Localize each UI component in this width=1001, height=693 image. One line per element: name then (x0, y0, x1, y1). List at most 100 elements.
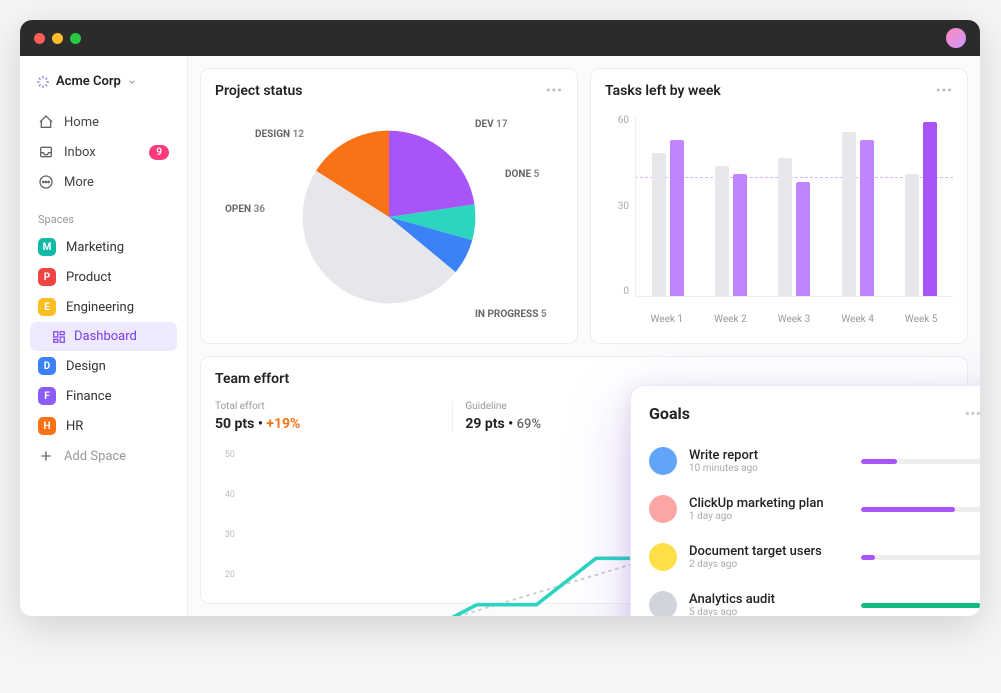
sidebar: Acme Corp Home Inbox 9 More Spaces (20, 56, 188, 616)
card-menu-icon[interactable]: ••• (546, 83, 563, 99)
card-menu-icon[interactable]: ••• (936, 83, 953, 99)
avatar (649, 447, 677, 475)
org-logo-icon (36, 75, 50, 89)
bar-group (778, 158, 810, 296)
goals-title: Goals (649, 404, 980, 423)
space-item-finance[interactable]: FFinance (30, 381, 177, 411)
bar-group (652, 140, 684, 296)
space-item-product[interactable]: P Product (30, 262, 177, 292)
dashboard-icon (52, 330, 66, 344)
goal-name: Analytics audit (689, 592, 849, 607)
space-badge-icon: E (38, 298, 56, 316)
goal-name: Document target users (689, 544, 849, 559)
space-label: Finance (66, 389, 111, 404)
bar-total (715, 166, 729, 296)
org-switcher[interactable]: Acme Corp (30, 70, 177, 93)
goal-info: Write report 10 minutes ago (689, 448, 849, 474)
nav-label: More (64, 175, 94, 190)
bar-chart: 60300 Week 1Week 2Week 3Week 4Week 5 (605, 115, 953, 325)
bar-total (905, 174, 919, 296)
home-icon (38, 114, 54, 130)
project-status-card: Project status ••• DEV 17DONE 5IN PROGRE… (200, 68, 578, 344)
space-label: Design (66, 359, 106, 374)
more-icon (38, 174, 54, 190)
space-item-hr[interactable]: H HR (30, 411, 177, 441)
avatar (649, 543, 677, 571)
pie-label: OPEN 36 (225, 204, 265, 215)
maximize-icon[interactable] (70, 33, 81, 44)
bar-remaining (860, 140, 874, 296)
space-label: Engineering (66, 300, 134, 315)
x-label: Week 3 (778, 314, 811, 325)
goal-info: ClickUp marketing plan 1 day ago (689, 496, 849, 522)
nav-label: Inbox (64, 145, 96, 160)
sidebar-dashboard[interactable]: Dashboard (30, 322, 177, 351)
goal-name: Write report (689, 448, 849, 463)
nav-home[interactable]: Home (30, 107, 177, 137)
x-axis: Week 1Week 2Week 3Week 4Week 5 (635, 314, 953, 325)
goal-time: 2 days ago (689, 559, 849, 570)
bar-total (778, 158, 792, 296)
goal-item[interactable]: Analytics audit 5 days ago (649, 581, 980, 616)
user-avatar[interactable] (946, 28, 966, 48)
goals-panel: Goals ••• Write report 10 minutes ago Cl… (630, 385, 980, 616)
goal-item[interactable]: Write report 10 minutes ago (649, 437, 980, 485)
goal-progress (861, 507, 980, 512)
goal-time: 10 minutes ago (689, 463, 849, 474)
goal-item[interactable]: ClickUp marketing plan 1 day ago (649, 485, 980, 533)
y-axis: 50403020 (215, 450, 235, 580)
space-badge-icon: M (38, 238, 56, 256)
chevron-down-icon (127, 77, 137, 87)
goal-item[interactable]: Document target users 2 days ago (649, 533, 980, 581)
space-item-engineering[interactable]: E Engineering (30, 292, 177, 322)
close-icon[interactable] (34, 33, 45, 44)
space-badge-icon: P (38, 268, 56, 286)
bar-remaining (733, 174, 747, 296)
titlebar (20, 20, 980, 56)
space-label: Marketing (66, 240, 124, 255)
x-label: Week 2 (714, 314, 747, 325)
card-title: Tasks left by week (605, 83, 953, 99)
stat-value: 50 pts • +19% (215, 416, 452, 432)
add-space-button[interactable]: Add Space (30, 441, 177, 471)
spaces-heading: Spaces (38, 213, 177, 226)
minimize-icon[interactable] (52, 33, 63, 44)
stat-label: Total effort (215, 401, 452, 412)
goal-info: Document target users 2 days ago (689, 544, 849, 570)
bar-remaining (796, 182, 810, 296)
tasks-left-card: Tasks left by week ••• 60300 Week 1Week … (590, 68, 968, 344)
nav-inbox[interactable]: Inbox 9 (30, 137, 177, 167)
inbox-icon (38, 144, 54, 160)
bar-group (905, 122, 937, 296)
nav-more[interactable]: More (30, 167, 177, 197)
org-name: Acme Corp (56, 74, 121, 89)
pie-label: IN PROGRESS 5 (475, 309, 547, 320)
avatar (649, 495, 677, 523)
stat-block: Total effort 50 pts • +19% (215, 401, 452, 432)
space-badge-icon: H (38, 417, 56, 435)
bar-total (652, 153, 666, 296)
window-controls (34, 33, 81, 44)
add-space-label: Add Space (64, 449, 126, 464)
goal-progress (861, 459, 980, 464)
x-label: Week 5 (905, 314, 938, 325)
space-label: HR (66, 419, 83, 434)
spaces-list: MMarketingPProductEEngineeringDashboardD… (30, 232, 177, 441)
goal-time: 5 days ago (689, 607, 849, 616)
card-title: Project status (215, 83, 563, 99)
space-item-marketing[interactable]: M Marketing (30, 232, 177, 262)
goals-list: Write report 10 minutes ago ClickUp mark… (649, 437, 980, 616)
bar-group (842, 132, 874, 296)
space-label: Product (66, 270, 111, 285)
pie-label: DESIGN 12 (255, 129, 304, 140)
x-label: Week 4 (841, 314, 874, 325)
goals-menu-icon[interactable]: ••• (965, 404, 980, 423)
pie-chart: DEV 17DONE 5IN PROGRESS 5OPEN 36DESIGN 1… (215, 109, 563, 329)
bar-total (842, 132, 856, 296)
space-item-design[interactable]: DDesign (30, 351, 177, 381)
y-axis: 60300 (605, 115, 629, 297)
bar-remaining (923, 122, 937, 296)
pie-label: DONE 5 (505, 169, 539, 180)
bar-group (715, 166, 747, 296)
goal-info: Analytics audit 5 days ago (689, 592, 849, 616)
